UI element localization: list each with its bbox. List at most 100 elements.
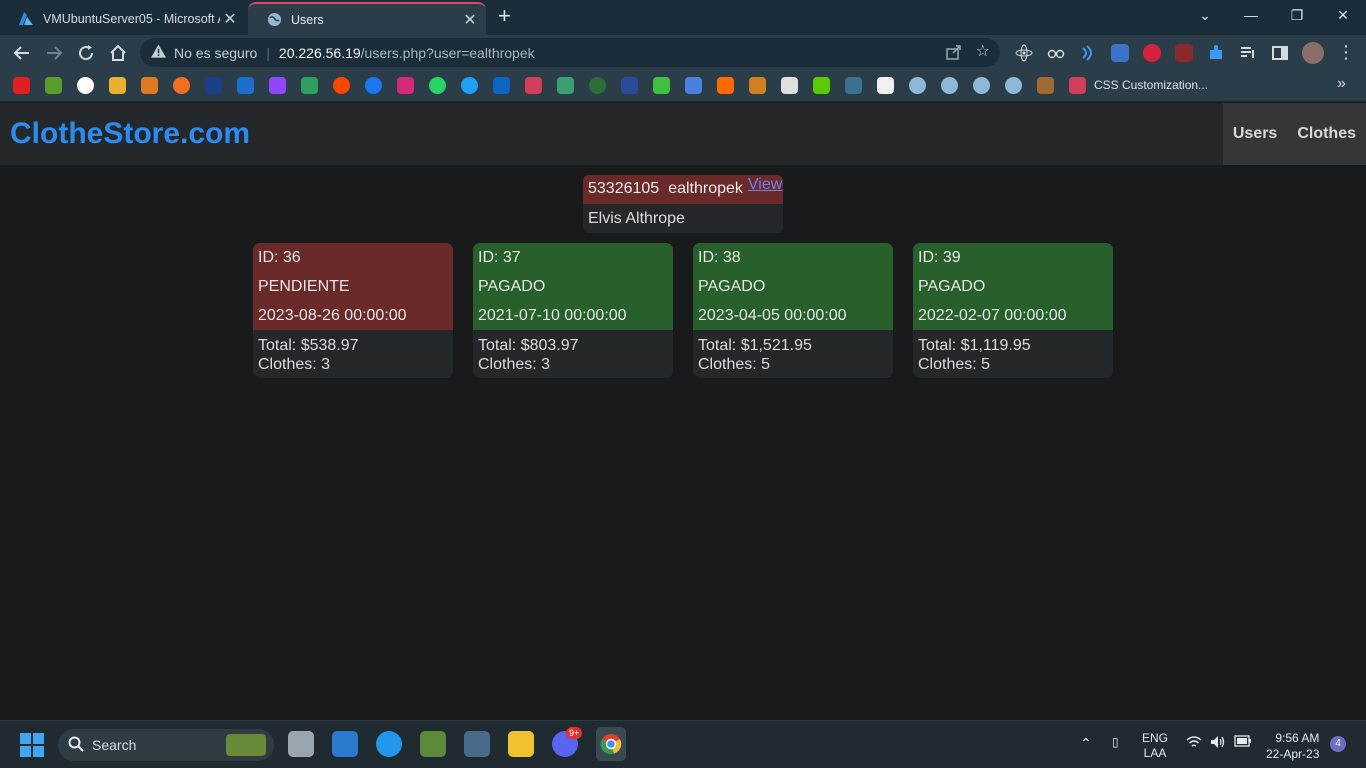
order-footer: Total: $803.97 Clothes: 3 [473,330,673,378]
profile-avatar[interactable] [1302,42,1324,64]
address-bar[interactable]: No es seguro | 20.226.56.19 /users.php?u… [140,38,1000,67]
soundcloud-bookmark-icon[interactable] [717,77,734,94]
bookmark-star-icon[interactable]: ☆ [976,44,990,63]
globe-bookmark-icon[interactable] [909,77,926,94]
bookmark-icon-33[interactable] [1037,77,1054,94]
etsy-bookmark-icon[interactable] [749,77,766,94]
view-user-link[interactable]: View [748,176,782,194]
usb-icon[interactable]: ▯ [1112,735,1119,749]
order-total: Total: $1,119.95 [918,337,1031,354]
clock[interactable]: 9:56 AM 22-Apr-23 [1266,730,1319,762]
security-label[interactable]: No es seguro [174,45,257,61]
youtube-bookmark-icon[interactable] [13,77,30,94]
order-total: Total: $803.97 [478,337,579,354]
taskbar-search[interactable]: Search [58,729,274,761]
order-card[interactable]: ID: 38 PAGADO 2023-04-05 00:00:00 Total:… [693,243,893,378]
tab-azure[interactable]: VMUbuntuServer05 - Microsoft A ✕ [0,2,246,35]
instagram-bookmark-icon[interactable] [397,77,414,94]
close-tab-icon[interactable]: ✕ [460,10,480,30]
reading-list-icon[interactable] [1239,44,1257,62]
bookmark-icon-21[interactable] [653,77,670,94]
glasses-extension-icon[interactable] [1047,44,1065,62]
windows-start-icon[interactable] [20,733,46,759]
nav-users[interactable]: Users [1233,125,1277,143]
search-highlight-icon [226,734,266,756]
crunchyroll-bookmark-icon[interactable] [173,77,190,94]
tray-overflow-chevron-icon[interactable]: ⌃ [1080,735,1092,752]
bookmark-icon-28[interactable] [877,77,894,94]
order-header: ID: 36 PENDIENTE 2023-08-26 00:00:00 [253,243,453,330]
url-path: /users.php?user=ealthropek [360,44,535,61]
globe-bookmark-icon[interactable] [941,77,958,94]
facebook-bookmark-icon[interactable] [365,77,382,94]
globe-bookmark-icon[interactable] [973,77,990,94]
new-tab-icon[interactable]: + [498,5,511,27]
linkedin-bookmark-icon[interactable] [493,77,510,94]
reddit-bookmark-icon[interactable] [333,77,350,94]
store-bookmark-icon[interactable] [525,77,542,94]
warning-icon[interactable] [151,44,167,61]
store-bookmark-icon[interactable] [1069,77,1086,94]
order-card[interactable]: ID: 37 PAGADO 2021-07-10 00:00:00 Total:… [473,243,673,378]
twitter-bookmark-icon[interactable] [461,77,478,94]
forward-icon[interactable] [42,41,66,65]
chrome-menu-icon[interactable]: ⋮ [1337,42,1355,63]
react-devtools-icon[interactable] [1015,44,1033,62]
bookmark-icon-19[interactable] [589,77,606,94]
bookmark-icon-18[interactable] [557,77,574,94]
volume-icon[interactable] [1210,735,1226,752]
order-card[interactable]: ID: 36 PENDIENTE 2023-08-26 00:00:00 Tot… [253,243,453,378]
resource-monitor-icon[interactable] [464,731,490,757]
tab-title: VMUbuntuServer05 - Microsoft A [43,11,220,26]
duolingo-bookmark-icon[interactable] [813,77,830,94]
bookmark-css-customization[interactable]: CSS Customization... [1094,78,1208,92]
notes-bookmark-icon[interactable] [109,77,126,94]
ng-bookmark-icon[interactable] [141,77,158,94]
docker-icon[interactable] [376,731,402,757]
bookmark-icon-20[interactable] [621,77,638,94]
task-view-icon[interactable] [288,731,314,757]
extensions-puzzle-icon[interactable] [1207,44,1225,62]
video-extension-icon[interactable] [1175,44,1193,62]
outlook-bookmark-icon[interactable] [237,77,254,94]
notification-count-badge[interactable]: 4 [1330,736,1346,752]
home-icon[interactable] [106,41,130,65]
wifi-extension-icon[interactable] [1079,44,1097,62]
twitch-bookmark-icon[interactable] [269,77,286,94]
reload-icon[interactable] [74,41,98,65]
whatsapp-bookmark-icon[interactable] [429,77,446,94]
nav-clothes[interactable]: Clothes [1297,125,1356,143]
file-explorer-icon[interactable] [508,731,534,757]
github-bookmark-icon[interactable] [77,77,94,94]
chrome-taskbar-active[interactable] [596,727,626,761]
back-icon[interactable] [10,41,34,65]
bookmark-icon-2[interactable] [45,77,62,94]
more-bookmarks-icon[interactable]: » [1337,75,1346,93]
wifi-icon[interactable] [1186,735,1202,752]
minimize-icon[interactable]: — [1228,0,1274,30]
order-clothes-count: Clothes: 3 [258,356,331,373]
close-window-icon[interactable]: ✕ [1320,0,1366,30]
order-card[interactable]: ID: 39 PAGADO 2022-02-07 00:00:00 Total:… [913,243,1113,378]
screen-extension-icon[interactable] [1111,44,1129,62]
minecraft-icon[interactable] [420,731,446,757]
side-panel-icon[interactable] [1271,44,1289,62]
tab-users[interactable]: Users ✕ [248,2,486,35]
orders-list: ID: 36 PENDIENTE 2023-08-26 00:00:00 Tot… [253,243,1113,378]
tab-search-chevron-icon[interactable]: ⌄ [1182,0,1228,30]
bookmark-icon-10[interactable] [301,77,318,94]
translate-bookmark-icon[interactable] [685,77,702,94]
battery-icon[interactable] [1234,735,1252,750]
language-indicator[interactable]: ENG LAA [1142,731,1168,761]
record-extension-icon[interactable] [1143,44,1161,62]
bookmark-icon-25[interactable] [781,77,798,94]
bookmark-icon-27[interactable] [845,77,862,94]
search-icon [68,736,84,755]
paypal-bookmark-icon[interactable] [205,77,222,94]
globe-bookmark-icon[interactable] [1005,77,1022,94]
close-tab-icon[interactable]: ✕ [220,9,240,29]
restore-icon[interactable]: ❐ [1274,0,1320,30]
vscode-icon[interactable] [332,731,358,757]
share-icon[interactable] [945,44,962,63]
brand-logo[interactable]: ClotheStore.com [10,117,250,151]
